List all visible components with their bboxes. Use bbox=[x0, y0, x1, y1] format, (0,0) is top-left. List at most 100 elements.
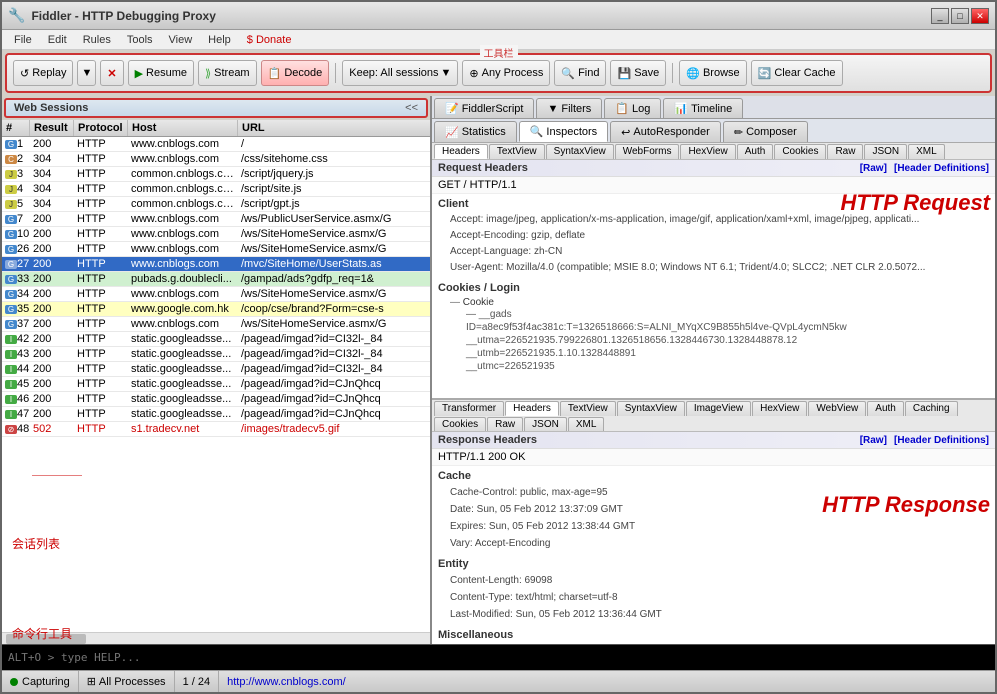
menu-file[interactable]: File bbox=[6, 33, 40, 47]
tab-log[interactable]: 📋 Log bbox=[604, 98, 661, 118]
browse-button[interactable]: 🌐 Browse bbox=[679, 60, 746, 86]
replay-button[interactable]: ↺ Replay bbox=[13, 60, 73, 86]
row-icon-img: I bbox=[5, 335, 17, 344]
table-row[interactable]: G 1 200 HTTP www.cnblogs.com / bbox=[2, 137, 430, 152]
table-row[interactable]: I 46 200 HTTP static.googleadsse... /pag… bbox=[2, 392, 430, 407]
tab-autoresponder[interactable]: ↩ AutoResponder bbox=[610, 121, 721, 142]
header-accept: Accept: image/jpeg, application/x-ms-app… bbox=[438, 212, 989, 228]
table-row[interactable]: I 45 200 HTTP static.googleadsse... /pag… bbox=[2, 377, 430, 392]
row-icon-js: J bbox=[5, 170, 17, 179]
resp-tab-caching[interactable]: Caching bbox=[905, 401, 958, 416]
table-row[interactable]: I 42 200 HTTP static.googleadsse... /pag… bbox=[2, 332, 430, 347]
sessions-scrollbar[interactable] bbox=[2, 632, 430, 644]
resp-tab-auth[interactable]: Auth bbox=[867, 401, 904, 416]
resp-tab-headers[interactable]: Headers bbox=[505, 401, 559, 416]
menu-rules[interactable]: Rules bbox=[75, 33, 119, 47]
req-tab-auth[interactable]: Auth bbox=[737, 144, 774, 159]
close-button[interactable]: ✕ bbox=[971, 8, 989, 24]
tab-timeline[interactable]: 📊 Timeline bbox=[663, 98, 743, 118]
table-row[interactable]: G 10 200 HTTP www.cnblogs.com /ws/SiteHo… bbox=[2, 227, 430, 242]
misc-group-title: Miscellaneous bbox=[438, 627, 989, 643]
table-row[interactable]: C 2 304 HTTP www.cnblogs.com /css/siteho… bbox=[2, 152, 430, 167]
resp-tab-syntaxview[interactable]: SyntaxView bbox=[617, 401, 685, 416]
col-header-num: # bbox=[2, 120, 30, 136]
resp-tab-json[interactable]: JSON bbox=[524, 417, 567, 431]
cookie-name: — Cookie bbox=[450, 297, 977, 308]
req-tab-json[interactable]: JSON bbox=[864, 144, 907, 159]
menu-donate[interactable]: $ Donate bbox=[239, 33, 300, 47]
save-label: Save bbox=[634, 67, 659, 79]
find-button[interactable]: 🔍 Find bbox=[554, 60, 606, 86]
req-tab-raw[interactable]: Raw bbox=[827, 144, 863, 159]
resume-button[interactable]: ▶ Resume bbox=[128, 60, 194, 86]
table-row[interactable]: J 5 304 HTTP common.cnblogs.com /script/… bbox=[2, 197, 430, 212]
clear-cache-icon: 🔄 bbox=[758, 67, 772, 80]
decode-button[interactable]: 📋 Decode bbox=[261, 60, 330, 86]
maximize-button[interactable]: □ bbox=[951, 8, 969, 24]
resp-tab-cookies[interactable]: Cookies bbox=[434, 417, 486, 431]
row-icon-get: G bbox=[5, 260, 17, 269]
stop-button[interactable]: ✕ bbox=[100, 60, 123, 86]
menu-tools[interactable]: Tools bbox=[119, 33, 161, 47]
tab-filters[interactable]: ▼ Filters bbox=[536, 98, 602, 118]
cookie-container: — Cookie — __gads ID=a8ec9f53f4ac381c:T=… bbox=[438, 296, 989, 374]
resp-tab-textview[interactable]: TextView bbox=[560, 401, 616, 416]
raw-link[interactable]: [Raw] bbox=[860, 163, 887, 174]
resp-tab-transformer[interactable]: Transformer bbox=[434, 401, 504, 416]
minimize-button[interactable]: _ bbox=[931, 8, 949, 24]
save-button[interactable]: 💾 Save bbox=[610, 60, 666, 86]
table-row[interactable]: J 4 304 HTTP common.cnblogs.com /script/… bbox=[2, 182, 430, 197]
tab-inspectors[interactable]: 🔍 Inspectors bbox=[519, 121, 608, 142]
table-row[interactable]: I 43 200 HTTP static.googleadsse... /pag… bbox=[2, 347, 430, 362]
req-tab-hexview[interactable]: HexView bbox=[680, 144, 735, 159]
clear-cache-button[interactable]: 🔄 Clear Cache bbox=[751, 60, 843, 86]
resp-tab-xml[interactable]: XML bbox=[568, 417, 605, 431]
resp-tab-hexview[interactable]: HexView bbox=[752, 401, 807, 416]
table-row[interactable]: G 35 200 HTTP www.google.com.hk /coop/cs… bbox=[2, 302, 430, 317]
table-row[interactable]: G 37 200 HTTP www.cnblogs.com /ws/SiteHo… bbox=[2, 317, 430, 332]
main-tab-bar: 📈 Statistics 🔍 Inspectors ↩ AutoResponde… bbox=[432, 119, 995, 143]
req-tab-cookies[interactable]: Cookies bbox=[774, 144, 826, 159]
req-tab-xml[interactable]: XML bbox=[908, 144, 945, 159]
filters-icon: ▼ bbox=[547, 103, 558, 115]
resp-tab-raw[interactable]: Raw bbox=[487, 417, 523, 431]
menu-edit[interactable]: Edit bbox=[40, 33, 75, 47]
any-process-button[interactable]: ⊕ Any Process bbox=[462, 60, 550, 86]
req-tab-headers[interactable]: Headers bbox=[434, 144, 488, 159]
table-row[interactable]: G 34 200 HTTP www.cnblogs.com /ws/SiteHo… bbox=[2, 287, 430, 302]
menu-view[interactable]: View bbox=[161, 33, 201, 47]
header-defs-link[interactable]: [Header Definitions] bbox=[894, 163, 989, 174]
processes-status[interactable]: ⊞ All Processes bbox=[79, 671, 175, 692]
sessions-list[interactable]: G 1 200 HTTP www.cnblogs.com / C 2 304 H… bbox=[2, 137, 430, 632]
resp-raw-link[interactable]: [Raw] bbox=[860, 435, 887, 446]
menu-help[interactable]: Help bbox=[200, 33, 239, 47]
resp-header-defs-link[interactable]: [Header Definitions] bbox=[894, 435, 989, 446]
tab-fiddlerscript[interactable]: 📝 FiddlerScript bbox=[434, 98, 534, 118]
table-row[interactable]: G 7 200 HTTP www.cnblogs.com /ws/PublicU… bbox=[2, 212, 430, 227]
capture-status: Capturing bbox=[2, 671, 79, 692]
row-icon-get: G bbox=[5, 305, 17, 314]
tab-statistics[interactable]: 📈 Statistics bbox=[434, 121, 517, 142]
resp-tab-webview[interactable]: WebView bbox=[808, 401, 866, 416]
table-row[interactable]: I 47 200 HTTP static.googleadsse... /pag… bbox=[2, 407, 430, 422]
req-tab-webforms[interactable]: WebForms bbox=[615, 144, 680, 159]
collapse-sessions-button[interactable]: << bbox=[405, 102, 418, 114]
tab-composer[interactable]: ✏ Composer bbox=[723, 121, 808, 142]
command-input[interactable] bbox=[8, 651, 989, 664]
req-tab-textview[interactable]: TextView bbox=[489, 144, 545, 159]
table-row[interactable]: ⊘ 48 502 HTTP s1.tradecv.net /images/tra… bbox=[2, 422, 430, 437]
req-tab-syntaxview[interactable]: SyntaxView bbox=[546, 144, 614, 159]
response-subtab-bar: Transformer Headers TextView SyntaxView … bbox=[432, 400, 995, 432]
composer-label: Composer bbox=[746, 126, 797, 138]
resp-tab-imageview[interactable]: ImageView bbox=[686, 401, 751, 416]
table-row[interactable]: J 3 304 HTTP common.cnblogs.com /script/… bbox=[2, 167, 430, 182]
replay-dropdown[interactable]: ▼ bbox=[77, 60, 96, 86]
table-row[interactable]: G 26 200 HTTP www.cnblogs.com /ws/SiteHo… bbox=[2, 242, 430, 257]
table-row[interactable]: G 33 200 HTTP pubads.g.doublecli... /gam… bbox=[2, 272, 430, 287]
stream-button[interactable]: ⟫ Stream bbox=[198, 60, 257, 86]
row-icon-img: I bbox=[5, 410, 17, 419]
toolbar-separator2 bbox=[672, 63, 673, 83]
table-row[interactable]: I 44 200 HTTP static.googleadsse... /pag… bbox=[2, 362, 430, 377]
table-row-selected[interactable]: G 27 200 HTTP www.cnblogs.com /mvc/SiteH… bbox=[2, 257, 430, 272]
keep-sessions-dropdown[interactable]: Keep: All sessions ▼ bbox=[342, 60, 458, 86]
